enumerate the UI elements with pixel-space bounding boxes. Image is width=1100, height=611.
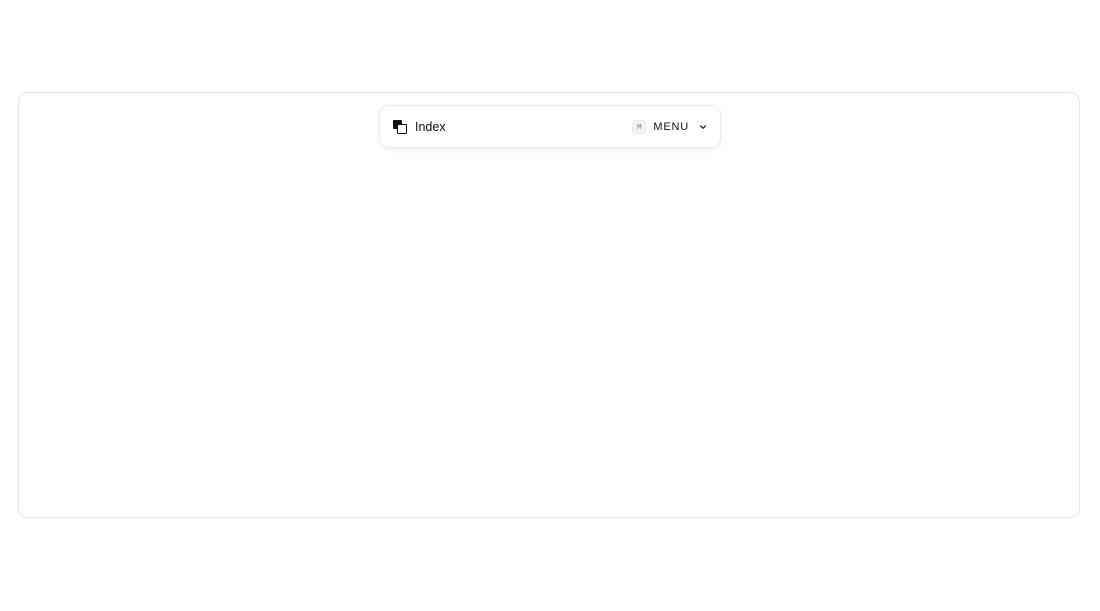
top-navbar: Index M MENU xyxy=(379,105,721,148)
brand-label: Index xyxy=(415,119,446,134)
overlapping-squares-icon xyxy=(393,119,407,134)
menu-label: MENU xyxy=(653,120,689,133)
chevron-down-icon xyxy=(699,124,707,129)
content-frame xyxy=(18,92,1080,518)
brand-link[interactable]: Index xyxy=(393,119,446,134)
menu-button[interactable]: M MENU xyxy=(632,119,708,134)
menu-shortcut-key: M xyxy=(632,119,647,134)
